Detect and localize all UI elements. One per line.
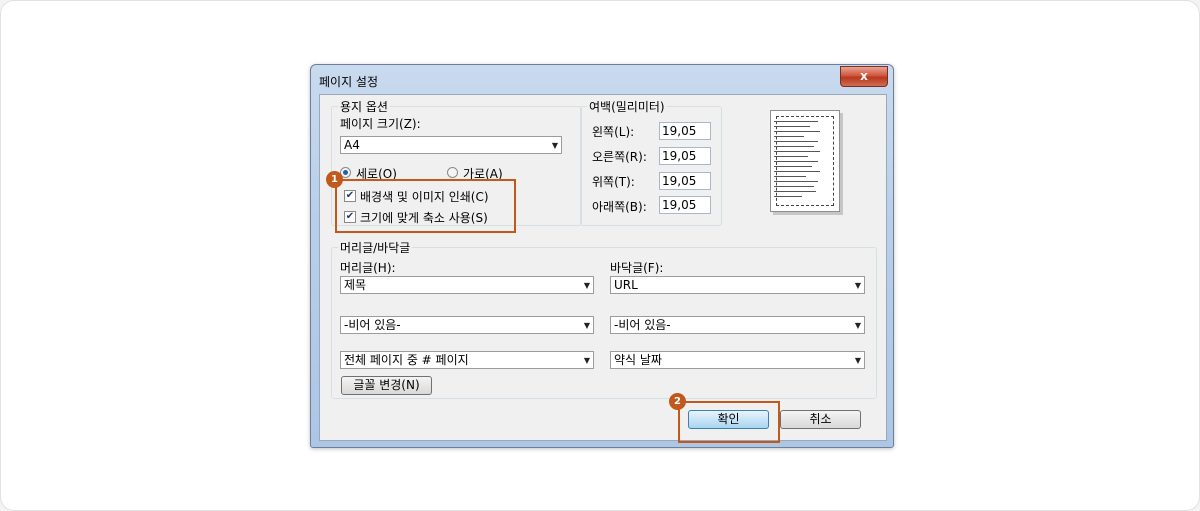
chevron-down-icon: ▼: [551, 141, 558, 150]
margins-title: 여백(밀리미터): [587, 98, 667, 115]
chevron-down-icon: ▼: [583, 281, 590, 290]
preview-line: [774, 171, 820, 172]
preview-line: [774, 176, 806, 177]
header-select-2[interactable]: -비어 있음- ▼: [340, 316, 594, 334]
margin-top-label: 위쪽(T):: [592, 175, 635, 189]
margin-left-input[interactable]: 19,05: [659, 122, 711, 140]
footer-select-2[interactable]: -비어 있음- ▼: [610, 316, 865, 334]
header-footer-title: 머리글/바닥글: [338, 239, 413, 256]
landscape-radio[interactable]: [447, 167, 458, 178]
callout-2-badge: 2: [669, 393, 686, 410]
margin-right-input[interactable]: 19,05: [659, 147, 711, 165]
header-label: 머리글(H):: [340, 261, 396, 275]
header-select-2-value: -비어 있음-: [344, 318, 401, 332]
preview-line: [774, 131, 820, 132]
page-preview: [770, 110, 840, 212]
page-size-value: A4: [344, 138, 360, 152]
chevron-down-icon: ▼: [583, 321, 590, 330]
chevron-down-icon: ▼: [854, 321, 861, 330]
footer-select-2-value: -비어 있음-: [614, 318, 671, 332]
preview-line: [774, 156, 808, 157]
preview-line: [774, 196, 802, 197]
preview-line: [774, 141, 818, 142]
preview-line: [774, 186, 814, 187]
header-select-1-value: 제목: [344, 278, 367, 292]
preview-line: [774, 121, 818, 122]
dialog-client-area: 용지 옵션 페이지 크기(Z): A4 ▼ 세로(O) 가로(A) ✔ 배경색 …: [319, 94, 887, 443]
page-setup-dialog: 페이지 설정 x 용지 옵션 페이지 크기(Z): A4 ▼ 세로(O) 가로(…: [310, 64, 894, 448]
close-button[interactable]: x: [840, 66, 888, 87]
margin-top-input[interactable]: 19,05: [659, 172, 711, 190]
callout-1-highlight: [335, 179, 516, 233]
footer-select-1-value: URL: [614, 278, 638, 292]
callout-2-highlight: [678, 401, 780, 443]
page-size-select[interactable]: A4 ▼: [340, 136, 562, 154]
preview-line: [774, 181, 818, 182]
margin-right-label: 오른쪽(R):: [592, 150, 647, 164]
change-font-button[interactable]: 글꼴 변경(N): [341, 376, 432, 395]
margin-left-label: 왼쪽(L):: [592, 125, 635, 139]
callout-1-badge: 1: [326, 171, 343, 188]
preview-line: [774, 126, 810, 127]
preview-line: [774, 166, 812, 167]
chevron-down-icon: ▼: [854, 356, 861, 365]
preview-line: [774, 136, 804, 137]
chevron-down-icon: ▼: [583, 356, 590, 365]
footer-label: 바닥글(F):: [610, 261, 664, 275]
header-select-3[interactable]: 전체 페이지 중 # 페이지 ▼: [340, 351, 594, 369]
preview-line: [774, 161, 818, 162]
cancel-button[interactable]: 취소: [780, 410, 861, 429]
preview-line: [774, 151, 820, 152]
dialog-title: 페이지 설정: [319, 75, 379, 89]
footer-select-3[interactable]: 약식 날짜 ▼: [610, 351, 865, 369]
footer-select-3-value: 약식 날짜: [614, 353, 662, 367]
footer-select-1[interactable]: URL ▼: [610, 276, 865, 294]
paper-options-title: 용지 옵션: [338, 98, 390, 115]
title-bar: 페이지 설정 x: [311, 65, 893, 93]
margin-bottom-label: 아래쪽(B):: [592, 200, 647, 214]
page-size-label: 페이지 크기(Z):: [340, 117, 421, 131]
preview-line: [774, 191, 816, 192]
header-select-3-value: 전체 페이지 중 # 페이지: [344, 353, 469, 367]
header-select-1[interactable]: 제목 ▼: [340, 276, 594, 294]
chevron-down-icon: ▼: [854, 281, 861, 290]
margin-bottom-input[interactable]: 19,05: [659, 196, 711, 214]
close-icon: x: [860, 69, 868, 83]
preview-line: [774, 146, 814, 147]
screenshot-card: 페이지 설정 x 용지 옵션 페이지 크기(Z): A4 ▼ 세로(O) 가로(…: [0, 0, 1200, 511]
